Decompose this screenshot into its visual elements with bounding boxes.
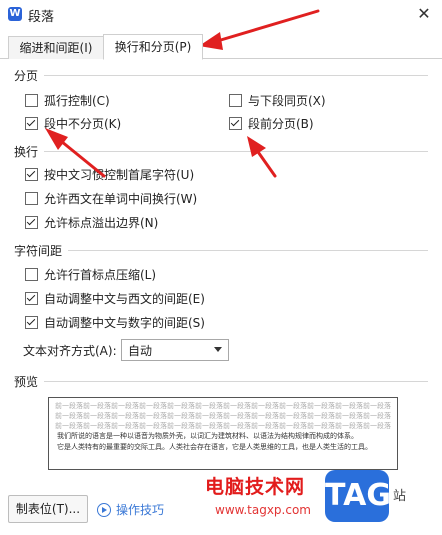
preview-box: 前一段落前一段落前一段落前一段落前一段落前一段落前一段落前一段落前一段落前一段落… [48,397,398,470]
text-align-value: 自动 [128,344,153,358]
watermark-title: 电脑技术网 [205,476,306,498]
text-align-select[interactable]: 自动 [121,339,229,361]
checkbox-compress-leading-punct[interactable]: 允许行首标点压缩(L) [25,265,156,283]
play-icon[interactable] [97,503,111,517]
preview-text-line: 它是人类特有的最重要的交际工具。人类社会存在语言，它是人类思维的工具，也是人类生… [57,443,372,451]
checkbox-keep-lines-together[interactable]: 段中不分页(K) [25,114,121,132]
checkbox-box[interactable] [229,93,242,107]
preview-prev-line: 前一段落前一段落前一段落前一段落前一段落前一段落前一段落前一段落前一段落前一段落… [55,422,391,430]
checkbox-keep-with-next[interactable]: 与下段同页(X) [229,91,326,109]
watermark-side-text: 站 [393,489,407,504]
checkbox-box[interactable] [25,191,38,205]
section-title-preview: 预览 [14,375,39,389]
checkbox-punctuation-overflow[interactable]: 允许标点溢出边界(N) [25,213,158,231]
section-divider [44,151,428,152]
section-divider [68,250,428,251]
checkbox-auto-space-cjk-number[interactable]: 自动调整中文与数字的间距(S) [25,313,205,331]
checkbox-page-break-before[interactable]: 段前分页(B) [229,114,314,132]
text-align-label: 文本对齐方式(A): [23,344,117,358]
preview-text-line: 我们所说的语言是一种以语音为物质外壳，以词汇为建筑材料、以语法为结构规律而构成的… [57,432,358,440]
checkbox-label: 孤行控制(C) [44,93,110,108]
checkbox-western-word-wrap[interactable]: 允许西文在单词中间换行(W) [25,189,197,207]
preview-prev-line: 前一段落前一段落前一段落前一段落前一段落前一段落前一段落前一段落前一段落前一段落… [55,412,391,420]
checkbox-widow-control[interactable]: 孤行控制(C) [25,91,110,109]
arrow-head [247,136,266,157]
checkbox-auto-space-cjk-latin[interactable]: 自动调整中文与西文的间距(E) [25,289,205,307]
checkbox-box[interactable] [25,93,38,107]
dialog-title: 段落 [28,10,55,25]
checkbox-box[interactable] [25,267,38,281]
checkbox-box[interactable] [25,167,38,181]
section-divider [44,381,428,382]
checkbox-label: 按中文习惯控制首尾字符(U) [44,167,195,182]
tips-link[interactable]: 操作技巧 [116,501,164,518]
close-icon[interactable]: ✕ [414,4,434,24]
section-divider [44,75,428,76]
tab-stops-button[interactable]: 制表位(T)... [8,495,88,523]
arrow-to-page-break-before [254,147,277,178]
checkbox-label: 自动调整中文与西文的间距(E) [44,291,205,306]
title-bar [0,0,442,30]
chevron-down-icon [214,347,222,352]
tab-indent-spacing[interactable]: 缩进和间距(I) [8,36,104,59]
section-title-pagination: 分页 [14,69,39,83]
checkbox-box[interactable] [25,315,38,329]
watermark-tag-logo: TAG [325,470,391,522]
wps-logo-icon: W [8,7,22,21]
checkbox-box[interactable] [229,116,242,130]
checkbox-box[interactable] [25,116,38,130]
watermark-url: www.tagxp.com [215,503,311,517]
checkbox-label: 允许西文在单词中间换行(W) [44,191,198,206]
checkbox-box[interactable] [25,291,38,305]
checkbox-label: 自动调整中文与数字的间距(S) [44,315,205,330]
checkbox-box[interactable] [25,215,38,229]
checkbox-label: 与下段同页(X) [248,93,326,108]
checkbox-chinese-first-last-char[interactable]: 按中文习惯控制首尾字符(U) [25,165,194,183]
tab-line-page-breaks[interactable]: 换行和分页(P) [103,34,203,60]
checkbox-label: 段前分页(B) [248,116,314,131]
checkbox-label: 允许行首标点压缩(L) [44,267,157,282]
section-title-line-break: 换行 [14,145,39,159]
checkbox-label: 段中不分页(K) [44,116,122,131]
preview-prev-line: 前一段落前一段落前一段落前一段落前一段落前一段落前一段落前一段落前一段落前一段落… [55,402,391,410]
checkbox-label: 允许标点溢出边界(N) [44,215,159,230]
section-title-char-spacing: 字符间距 [14,244,63,258]
